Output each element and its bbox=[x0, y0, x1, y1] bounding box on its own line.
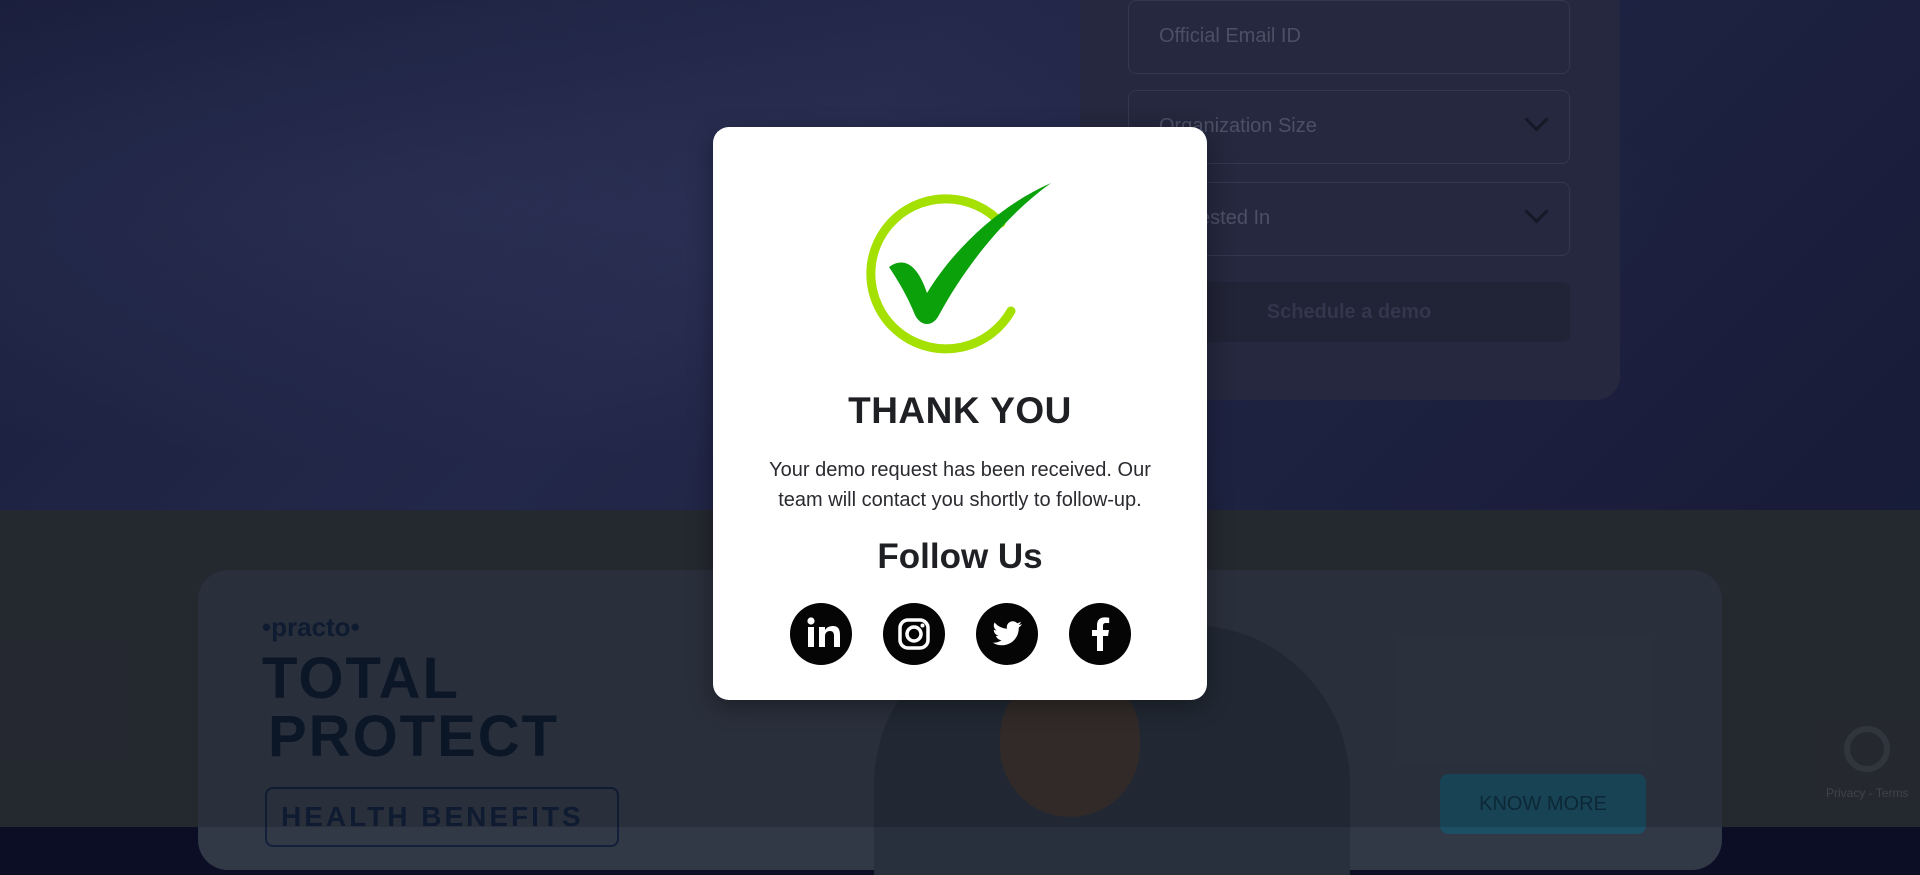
follow-us-heading: Follow Us bbox=[877, 537, 1043, 576]
modal-message: Your demo request has been received. Our… bbox=[769, 459, 1151, 511]
social-links bbox=[790, 603, 1134, 665]
linkedin-icon bbox=[807, 617, 840, 647]
linkedin-link[interactable] bbox=[790, 603, 852, 665]
success-check-icon bbox=[866, 183, 1051, 354]
modal-title: THANK YOU bbox=[848, 390, 1072, 431]
instagram-link[interactable] bbox=[883, 603, 945, 665]
instagram-icon bbox=[898, 618, 930, 650]
facebook-icon bbox=[1092, 617, 1110, 651]
twitter-icon bbox=[992, 621, 1022, 646]
thank-you-modal: THANK YOU Your demo request has been rec… bbox=[713, 127, 1207, 700]
twitter-link[interactable] bbox=[976, 603, 1038, 665]
facebook-link[interactable] bbox=[1069, 603, 1131, 665]
